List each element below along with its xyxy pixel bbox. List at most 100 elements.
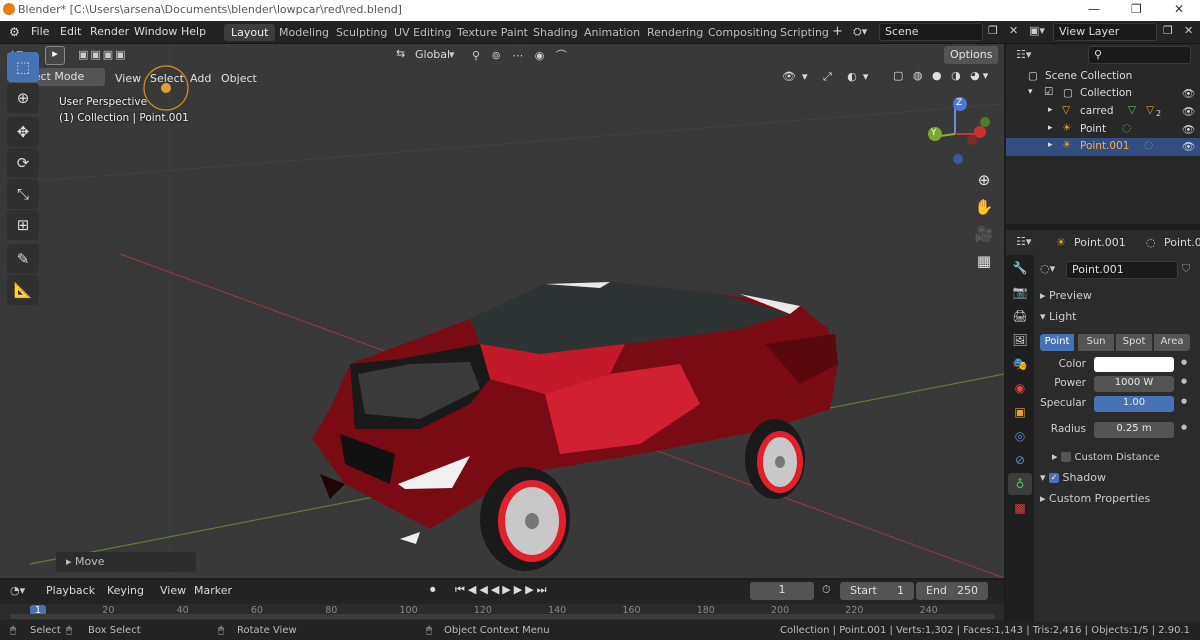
blender-menu-icon[interactable]: ⚙ — [9, 25, 20, 39]
outliner-search-input[interactable]: ⚲ — [1088, 46, 1191, 64]
pan-hand-icon[interactable]: ✋ — [972, 195, 996, 219]
menu-window[interactable]: Window — [134, 25, 177, 38]
record-button-icon[interactable]: ⏺ — [430, 583, 436, 597]
menu-add[interactable]: Add — [185, 70, 216, 87]
new-scene-icon[interactable]: ❐ — [988, 24, 998, 37]
keyframe-dot-icon[interactable]: ● — [1181, 377, 1187, 385]
physics-tab-icon[interactable]: ◎ — [1008, 425, 1032, 447]
expand-arrow-icon[interactable]: ▸ — [1048, 140, 1053, 150]
start-frame-field[interactable]: Start 1 — [840, 582, 914, 600]
end-frame-field[interactable]: End 250 — [916, 582, 988, 600]
move-tool-icon[interactable]: ✥ — [7, 117, 39, 147]
texture-tab-icon[interactable]: ▩ — [1008, 497, 1032, 519]
light-type-sun[interactable]: Sun — [1078, 334, 1114, 351]
snap-proportional-icons[interactable]: ⚲ ⊚ ⋯ ◉ ⌒ — [472, 47, 571, 63]
rotate-tool-icon[interactable]: ⟳ — [7, 148, 39, 178]
tab-shading[interactable]: Shading — [526, 24, 585, 41]
properties-editor-type-icon[interactable]: ☷▾ — [1016, 235, 1031, 248]
tab-scripting[interactable]: Scripting — [773, 24, 836, 41]
shading-mode-icons[interactable]: ▢ ◍ ● ◑ ◕▾ — [893, 69, 991, 82]
outliner-row-point[interactable]: ▸ ☀ Point ◌ 👁 — [1006, 121, 1200, 139]
last-operator-panel[interactable]: ▸ Move — [56, 552, 196, 572]
timeline-editor-type-icon[interactable]: ◔▾ — [10, 584, 25, 597]
light-datablock-icon[interactable]: ◌▾ — [1040, 262, 1055, 275]
panel-custom-properties[interactable]: ▸ Custom Properties — [1040, 492, 1150, 505]
keyframe-dot-icon[interactable]: ● — [1181, 358, 1187, 366]
menu-file[interactable]: File — [31, 25, 49, 38]
outliner-row-point-001[interactable]: ▸ ☀ Point.001 ◌ 👁 — [1006, 138, 1200, 156]
light-datablock-field[interactable]: Point.001 — [1066, 261, 1178, 279]
menu-object[interactable]: Object — [216, 70, 262, 87]
tab-rendering[interactable]: Rendering — [640, 24, 710, 41]
outliner-row-carred[interactable]: ▸ ▽ carred ▽ ▽ 2 👁 — [1006, 103, 1200, 121]
scene-icon[interactable]: ⛭▾ — [853, 25, 867, 39]
eye-icon[interactable]: 👁 — [1182, 87, 1195, 100]
render-tab-icon[interactable]: 📷 — [1008, 281, 1032, 303]
eye-icon[interactable]: 👁 — [1182, 105, 1195, 118]
eye-icon[interactable]: 👁 — [1182, 140, 1195, 153]
ortho-grid-icon[interactable]: ▦ — [972, 249, 996, 273]
light-color-swatch[interactable] — [1094, 357, 1174, 372]
measure-tool-icon[interactable]: 📐 — [7, 275, 39, 305]
timeline-scrollbar[interactable] — [10, 614, 995, 619]
selection-mode-icons[interactable]: ▣▣▣▣ — [78, 48, 128, 61]
select-mode-icon[interactable]: ▸ — [45, 46, 65, 65]
light-type-spot[interactable]: Spot — [1116, 334, 1152, 351]
cursor-tool-icon[interactable]: ⊕ — [7, 83, 39, 113]
tab-compositing[interactable]: Compositing — [701, 24, 784, 41]
view-layer-tab-icon[interactable]: 🖼 — [1008, 329, 1032, 351]
menu-edit[interactable]: Edit — [60, 25, 81, 38]
expand-arrow-icon[interactable]: ▸ — [1048, 123, 1053, 133]
add-workspace-button[interactable]: + — [832, 24, 843, 39]
menu-marker[interactable]: Marker — [194, 584, 232, 597]
transform-pivot-icon[interactable]: ⇆ — [396, 47, 405, 60]
tab-texture-paint[interactable]: Texture Paint — [450, 24, 535, 41]
keyframe-dot-icon[interactable]: ● — [1181, 397, 1187, 405]
delete-scene-icon[interactable]: ✕ — [1009, 24, 1018, 37]
light-type-area[interactable]: Area — [1154, 334, 1190, 351]
orientation-dropdown-icon[interactable]: ▾ — [449, 48, 455, 61]
world-tab-icon[interactable]: ◉ — [1008, 377, 1032, 399]
tab-layout[interactable]: Layout — [224, 24, 276, 41]
menu-select[interactable]: Select — [145, 70, 189, 87]
tab-uv-editing[interactable]: UV Editing — [387, 24, 458, 41]
playback-controls-icons[interactable]: ⏮◀◀◀▶▶▶⏭ — [455, 583, 550, 597]
light-type-point[interactable]: Point — [1040, 334, 1074, 351]
menu-timeline-view[interactable]: View — [160, 584, 186, 597]
eye-icon[interactable]: 👁 — [1182, 123, 1195, 136]
checkbox-icon[interactable]: ☑ — [1044, 86, 1053, 98]
view-layer-field[interactable]: View Layer — [1053, 23, 1157, 41]
menu-render[interactable]: Render — [90, 25, 129, 38]
delete-view-layer-icon[interactable]: ✕ — [1184, 24, 1193, 37]
menu-keying[interactable]: Keying — [107, 584, 144, 597]
specular-slider[interactable]: 1.00 — [1094, 396, 1174, 412]
tab-animation[interactable]: Animation — [577, 24, 647, 41]
scene-name-field[interactable]: Scene — [879, 23, 983, 41]
minimize-button[interactable]: — — [1088, 2, 1100, 16]
tab-sculpting[interactable]: Sculpting — [329, 24, 394, 41]
expand-arrow-icon[interactable]: ▸ — [1048, 105, 1053, 115]
scale-tool-icon[interactable]: ⤡ — [7, 179, 39, 209]
outliner-row-collection[interactable]: ▾ ☑ ▢ Collection 👁 — [1006, 85, 1200, 103]
outliner-row-scene-collection[interactable]: ▢ Scene Collection — [1006, 68, 1200, 86]
keyframe-dot-icon[interactable]: ● — [1181, 423, 1187, 431]
output-tab-icon[interactable]: 🖨 — [1008, 305, 1032, 327]
view-layer-icon[interactable]: ▣▾ — [1029, 24, 1045, 37]
menu-help[interactable]: Help — [181, 25, 206, 38]
stopwatch-icon[interactable]: ⏱ — [822, 583, 831, 597]
constraints-tab-icon[interactable]: ⊘ — [1008, 449, 1032, 471]
object-tab-icon[interactable]: ▣ — [1008, 401, 1032, 423]
expand-arrow-icon[interactable]: ▾ — [1028, 87, 1033, 97]
camera-view-icon[interactable]: 🎥 — [972, 222, 996, 246]
annotate-tool-icon[interactable]: ✎ — [7, 244, 39, 274]
menu-view[interactable]: View — [110, 70, 146, 87]
panel-shadow[interactable]: ▾ ✓ Shadow — [1040, 471, 1106, 484]
radius-field[interactable]: 0.25 m — [1094, 422, 1174, 438]
fake-user-shield-icon[interactable]: ⛉ — [1182, 262, 1190, 276]
menu-playback[interactable]: Playback — [46, 584, 95, 597]
outliner-display-icon[interactable]: ☷▾ — [1016, 48, 1031, 61]
transform-tool-icon[interactable]: ⊞ — [7, 210, 39, 240]
shadow-checkbox[interactable]: ✓ — [1049, 473, 1060, 483]
panel-light[interactable]: ▾ Light — [1040, 310, 1076, 323]
new-view-layer-icon[interactable]: ❐ — [1163, 24, 1173, 37]
